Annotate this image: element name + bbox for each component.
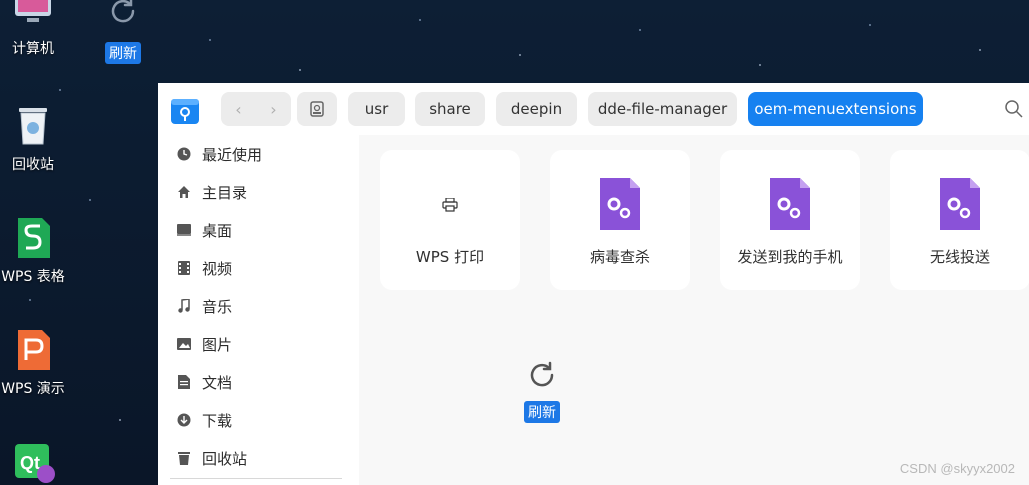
breadcrumb-share[interactable]: share [415,92,485,126]
picture-icon [176,336,192,352]
sidebar-item-home[interactable]: 主目录 [176,177,356,207]
sidebar-item-music[interactable]: 音乐 [176,291,356,321]
sidebar-item-label: 图片 [202,335,233,354]
refresh-button[interactable]: 刷新 [522,359,562,423]
desktop-icon-qt[interactable]: Qt [0,444,68,485]
refresh-label: 刷新 [524,401,560,423]
desktop-icon-label: WPS 表格 [1,269,65,285]
refresh-icon [530,361,554,387]
watermark: CSDN @skyyx2002 [899,461,1015,476]
printer-icon [428,178,472,232]
sidebar-item-pictures[interactable]: 图片 [176,329,356,359]
file-name: 发送到我的手机 [737,248,843,266]
sidebar-item-documents[interactable]: 文档 [176,367,356,397]
sidebar-item-desktop[interactable]: 桌面 [176,215,356,245]
search-icon [1005,100,1023,118]
sidebar-item-label: 视频 [202,259,233,278]
file-manager-logo-icon [170,95,200,125]
sidebar: 最近使用 主目录 桌面 视频 音乐 图片 文档 下载 回收站 [158,135,359,485]
file-item[interactable]: WPS 打印 [380,150,520,290]
titlebar: ‹ › usr share deepin dde-file-manager oe… [158,83,1029,135]
wps-sheets-icon [11,216,55,260]
chevron-right-icon: › [270,99,277,119]
desktop-icon-label: 回收站 [12,157,54,173]
sidebar-item-label: 回收站 [202,449,248,468]
qt-creator-icon: Qt [11,444,55,485]
music-icon [176,298,192,314]
sidebar-item-videos[interactable]: 视频 [176,253,356,283]
desktop-icon [176,222,192,238]
trash-bin-icon [11,104,55,148]
wps-presentation-icon [11,328,55,372]
file-item[interactable]: 病毒查杀 [550,150,690,290]
file-name: 病毒查杀 [589,248,650,266]
file-name: WPS 打印 [415,248,485,266]
navigation-buttons: ‹ › [221,92,291,126]
breadcrumb-usr[interactable]: usr [348,92,405,126]
sidebar-item-downloads[interactable]: 下载 [176,405,356,435]
download-icon [176,412,192,428]
file-item[interactable]: 无线投送 [890,150,1029,290]
disk-icon [310,101,324,117]
desktop-refresh-button[interactable]: 刷新 [100,0,146,64]
config-file-icon [938,178,982,232]
sidebar-item-label: 文档 [202,373,233,392]
back-button[interactable]: ‹ [221,92,256,126]
svg-text:Qt: Qt [20,453,40,473]
breadcrumb-oem-menuextensions[interactable]: oem-menuextensions [748,92,923,126]
sidebar-item-label: 主目录 [202,183,248,202]
trash-icon [176,450,192,466]
file-view: WPS 打印 病毒查杀 发送到我的手机 无线投送 刷新 [359,135,1029,485]
home-icon [176,184,192,200]
sidebar-item-label: 音乐 [202,297,233,316]
file-item[interactable]: 发送到我的手机 [720,150,860,290]
search-button[interactable] [1004,99,1024,119]
sidebar-item-label: 最近使用 [202,145,263,164]
video-icon [176,260,192,276]
sidebar-divider [170,478,342,479]
desktop-icon-wps-sheets[interactable]: WPS 表格 [0,216,68,286]
chevron-left-icon: ‹ [235,99,242,119]
refresh-icon [111,0,135,23]
sidebar-item-label: 下载 [202,411,233,430]
desktop-refresh-label: 刷新 [105,42,141,64]
document-icon [176,374,192,390]
computer-icon [11,0,55,32]
file-name: 无线投送 [929,248,990,266]
sidebar-item-trash[interactable]: 回收站 [176,443,356,473]
file-manager-window: ‹ › usr share deepin dde-file-manager oe… [158,83,1029,485]
desktop-icon-label: 计算机 [12,41,54,57]
config-file-icon [768,178,812,232]
config-file-icon [598,178,642,232]
forward-button[interactable]: › [256,92,291,126]
sidebar-item-label: 桌面 [202,221,233,240]
clock-icon [176,146,192,162]
breadcrumb-deepin[interactable]: deepin [496,92,577,126]
desktop-icon-trash[interactable]: 回收站 [0,104,68,174]
breadcrumb-dde-file-manager[interactable]: dde-file-manager [588,92,737,126]
sidebar-item-recent[interactable]: 最近使用 [176,139,356,169]
desktop-icon-wps-presentation[interactable]: WPS 演示 [0,328,68,398]
desktop-icon-label: WPS 演示 [1,381,65,397]
desktop-icon-computer[interactable]: 计算机 [0,0,68,58]
breadcrumb-root-disk[interactable] [297,92,337,126]
